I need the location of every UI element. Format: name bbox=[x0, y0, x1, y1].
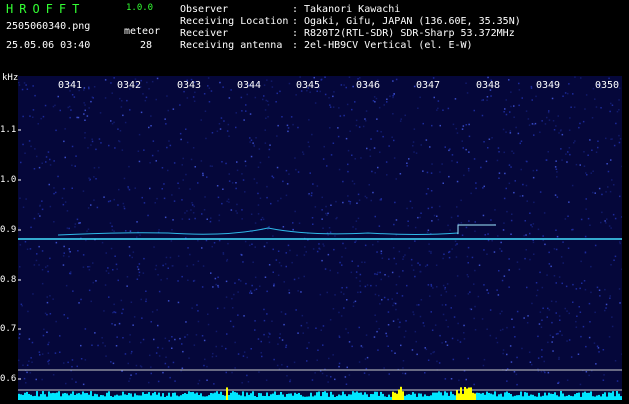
y-tick-label: 1.1 bbox=[0, 125, 16, 135]
meteor-trace bbox=[58, 228, 458, 235]
x-tick-label: 0346 bbox=[356, 80, 380, 91]
app-version: 1.0.0 bbox=[126, 3, 153, 13]
x-tick-label: 0350 bbox=[595, 80, 619, 91]
x-tick-label: 0342 bbox=[117, 80, 141, 91]
x-tick-label: 0345 bbox=[296, 80, 320, 91]
capture-filename: 2505060340.png bbox=[6, 21, 90, 32]
y-tick-label: 0.7 bbox=[0, 324, 16, 334]
y-tick-label: 0.8 bbox=[0, 275, 16, 285]
app-title: HROFFT bbox=[6, 2, 85, 16]
station-info: Observer:Takanori Kawachi Receiving Loca… bbox=[180, 4, 521, 52]
capture-datetime: 25.05.06 03:40 bbox=[6, 40, 90, 51]
info-location: Receiving Location:Ogaki, Gifu, JAPAN (1… bbox=[180, 16, 521, 28]
x-tick-label: 0344 bbox=[237, 80, 261, 91]
tick-marks bbox=[18, 130, 21, 379]
y-tick-label: 0.6 bbox=[0, 374, 16, 384]
y-axis-unit: kHz bbox=[2, 73, 18, 83]
spectrogram-svg bbox=[18, 76, 622, 400]
meteor-label: meteor bbox=[124, 26, 160, 37]
x-tick-label: 0349 bbox=[536, 80, 560, 91]
x-tick-label: 0347 bbox=[416, 80, 440, 91]
header-panel: HROFFT 1.0.0 2505060340.png 25.05.06 03:… bbox=[0, 0, 629, 76]
meteor-echo bbox=[458, 225, 496, 234]
meteor-count: 28 bbox=[140, 40, 152, 51]
noise-layer bbox=[18, 76, 622, 385]
y-tick-label: 0.9 bbox=[0, 225, 16, 235]
info-antenna: Receiving antenna:2el-HB9CV Vertical (el… bbox=[180, 40, 521, 52]
info-receiver: Receiver:R820T2(RTL-SDR) SDR-Sharp 53.37… bbox=[180, 28, 521, 40]
x-tick-label: 0341 bbox=[58, 80, 82, 91]
info-observer: Observer:Takanori Kawachi bbox=[180, 4, 521, 16]
x-tick-label: 0348 bbox=[476, 80, 500, 91]
signal-level-bars bbox=[18, 387, 622, 400]
x-tick-label: 0343 bbox=[177, 80, 201, 91]
y-tick-label: 1.0 bbox=[0, 175, 16, 185]
spectrogram-plot[interactable] bbox=[18, 76, 622, 400]
